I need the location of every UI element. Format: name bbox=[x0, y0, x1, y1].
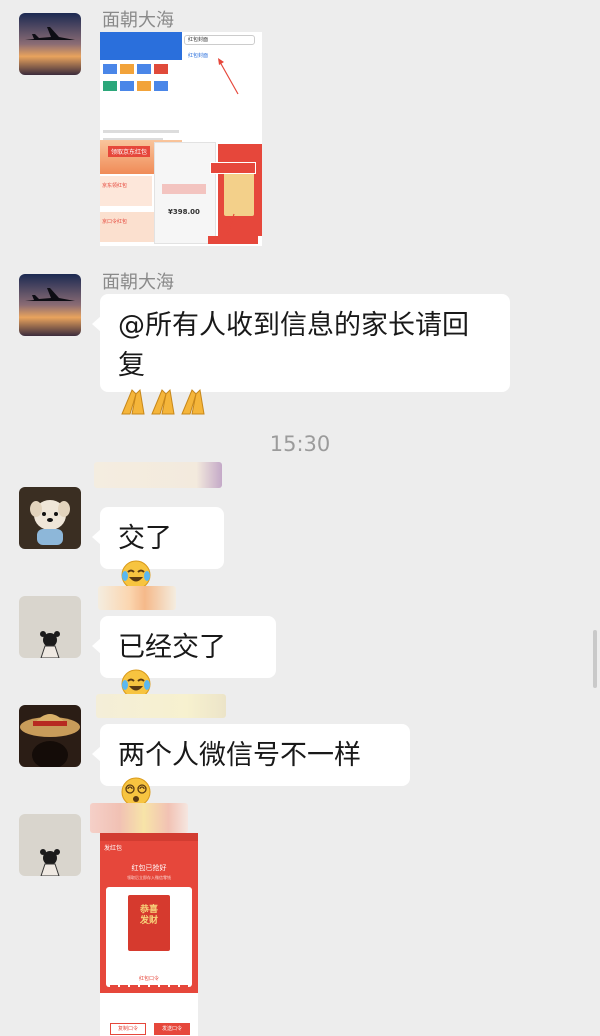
price-mini: ¥398.00 bbox=[168, 208, 200, 216]
redacted-name bbox=[98, 586, 176, 610]
avatar-dog[interactable] bbox=[19, 487, 81, 549]
search-result-mini: 红包封面 bbox=[188, 53, 209, 59]
search-field-mini: 红包封面 bbox=[184, 35, 255, 45]
banner-2-mini: 京东领红包 bbox=[102, 183, 128, 189]
avatar-girl[interactable] bbox=[19, 596, 81, 658]
redacted-name bbox=[90, 803, 188, 833]
avatar-airplane[interactable] bbox=[19, 274, 81, 336]
message-text: 已经交了 bbox=[118, 632, 226, 663]
redacted-name bbox=[94, 462, 222, 488]
banner-3-mini: 京口令红包 bbox=[102, 219, 128, 225]
packet-header-mini: 红包已抢好 bbox=[131, 864, 167, 872]
avatar-hat[interactable] bbox=[19, 705, 81, 767]
sender-name: 面朝大海 bbox=[102, 10, 174, 31]
code-label-mini: 红包口令 bbox=[138, 976, 159, 982]
redacted-name bbox=[96, 694, 226, 718]
text-message[interactable]: 两个人微信号不一样 bbox=[92, 724, 410, 807]
packet-subheader-mini: 领取后立即存入微信零钱 bbox=[127, 875, 171, 880]
praying-hands-icon bbox=[118, 386, 492, 423]
timestamp: 15:30 bbox=[269, 432, 331, 456]
copy-code-button-mini: 复制口令 bbox=[110, 1023, 146, 1035]
message-text: 两个人微信号不一样 bbox=[118, 740, 361, 771]
card-line2-mini: 发财 bbox=[139, 916, 158, 926]
banner-1-mini: 领取京东红包 bbox=[108, 146, 151, 157]
message-text: @所有人收到信息的家长请回复 bbox=[118, 310, 469, 381]
text-message[interactable]: @所有人收到信息的家长请回复 bbox=[92, 294, 510, 415]
text-message[interactable]: 已经交了 bbox=[92, 616, 276, 699]
image-message-screenshot[interactable]: 红包封面 红包封面 领取京东红包 京东领红包 京口令红包 ¥398.00 bbox=[100, 32, 262, 246]
send-code-button-mini: 发送口令 bbox=[154, 1023, 190, 1035]
card-line1-mini: 恭喜 bbox=[139, 905, 158, 915]
image-message-red-packet[interactable]: 发红包 红包已抢好 领取后立即存入微信零钱 恭喜 发财 红包口令 复制口令 发送… bbox=[100, 833, 198, 1036]
message-text: 交了 bbox=[118, 523, 172, 554]
avatar-girl[interactable] bbox=[19, 814, 81, 876]
text-message[interactable]: 交了 bbox=[92, 507, 224, 590]
back-label-mini: 发红包 bbox=[104, 845, 123, 852]
avatar-airplane[interactable] bbox=[19, 13, 81, 75]
sender-name: 面朝大海 bbox=[102, 272, 174, 293]
scrollbar-thumb[interactable] bbox=[593, 630, 597, 688]
